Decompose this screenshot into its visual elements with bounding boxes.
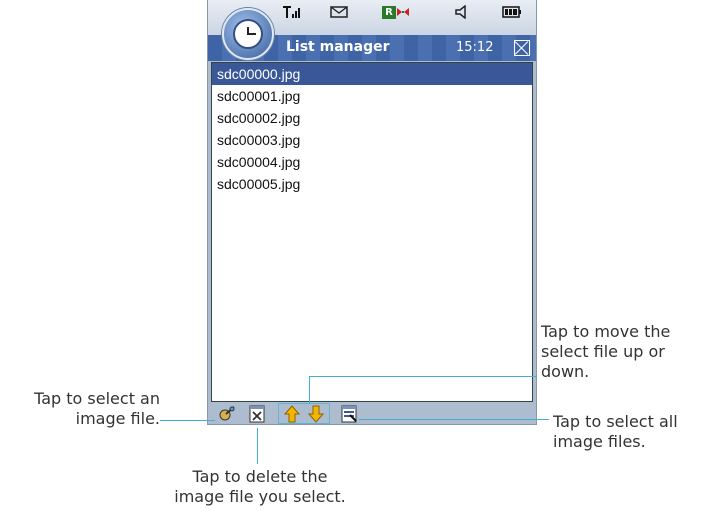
- callout-text: Tap to move the: [541, 322, 671, 341]
- list-item[interactable]: sdc00003.jpg: [212, 129, 532, 151]
- list-item[interactable]: sdc00004.jpg: [212, 151, 532, 173]
- list-item[interactable]: sdc00005.jpg: [212, 173, 532, 195]
- callout-text: image file you select.: [174, 487, 346, 506]
- select-all-icon[interactable]: [340, 405, 358, 423]
- callout-text: down.: [541, 362, 590, 381]
- clock-app-icon[interactable]: [222, 8, 274, 60]
- callout-text: select file up or: [541, 342, 665, 361]
- list-item[interactable]: sdc00002.jpg: [212, 107, 532, 129]
- close-icon[interactable]: [514, 40, 530, 56]
- callout-text: Tap to select all: [553, 412, 678, 431]
- move-down-icon[interactable]: [307, 405, 325, 423]
- callout-text: image files.: [553, 432, 646, 451]
- file-list[interactable]: sdc00000.jpg sdc00001.jpg sdc00002.jpg s…: [211, 62, 533, 402]
- network-icon: [397, 8, 409, 16]
- window-title: List manager: [286, 39, 390, 55]
- callout-select-all: Tap to select all image files.: [553, 412, 678, 452]
- callout-text: image file.: [75, 409, 160, 428]
- list-item[interactable]: sdc00001.jpg: [212, 85, 532, 107]
- callout-text: Tap to select an: [34, 389, 160, 408]
- callout-text: Tap to delete the: [192, 467, 328, 486]
- callout-line: [309, 376, 537, 377]
- device-screen: R List manager 15:12 sdc00000.jpg sdc000…: [207, 0, 537, 425]
- callout-move: Tap to move the select file up or down.: [541, 322, 670, 382]
- battery-icon: [502, 5, 522, 19]
- callout-select-image: Tap to select an image file.: [6, 389, 160, 429]
- status-time: 15:12: [456, 40, 494, 55]
- volume-icon[interactable]: [454, 5, 470, 19]
- callout-line: [309, 376, 310, 404]
- clock-icon: [233, 19, 263, 49]
- callout-line: [160, 420, 215, 421]
- callout-delete: Tap to delete the image file you select.: [140, 467, 380, 507]
- callout-line: [257, 428, 258, 464]
- move-buttons: [278, 403, 330, 424]
- move-up-icon[interactable]: [283, 405, 301, 423]
- signal-icon: [282, 5, 300, 19]
- callout-line: [359, 419, 549, 420]
- mail-icon[interactable]: [330, 5, 348, 19]
- list-item[interactable]: sdc00000.jpg: [212, 63, 532, 85]
- app-icon[interactable]: R: [382, 5, 410, 19]
- delete-icon[interactable]: [248, 405, 266, 423]
- select-image-icon[interactable]: [218, 405, 236, 423]
- toolbar: [208, 403, 536, 425]
- app-icon-letter: R: [382, 5, 396, 19]
